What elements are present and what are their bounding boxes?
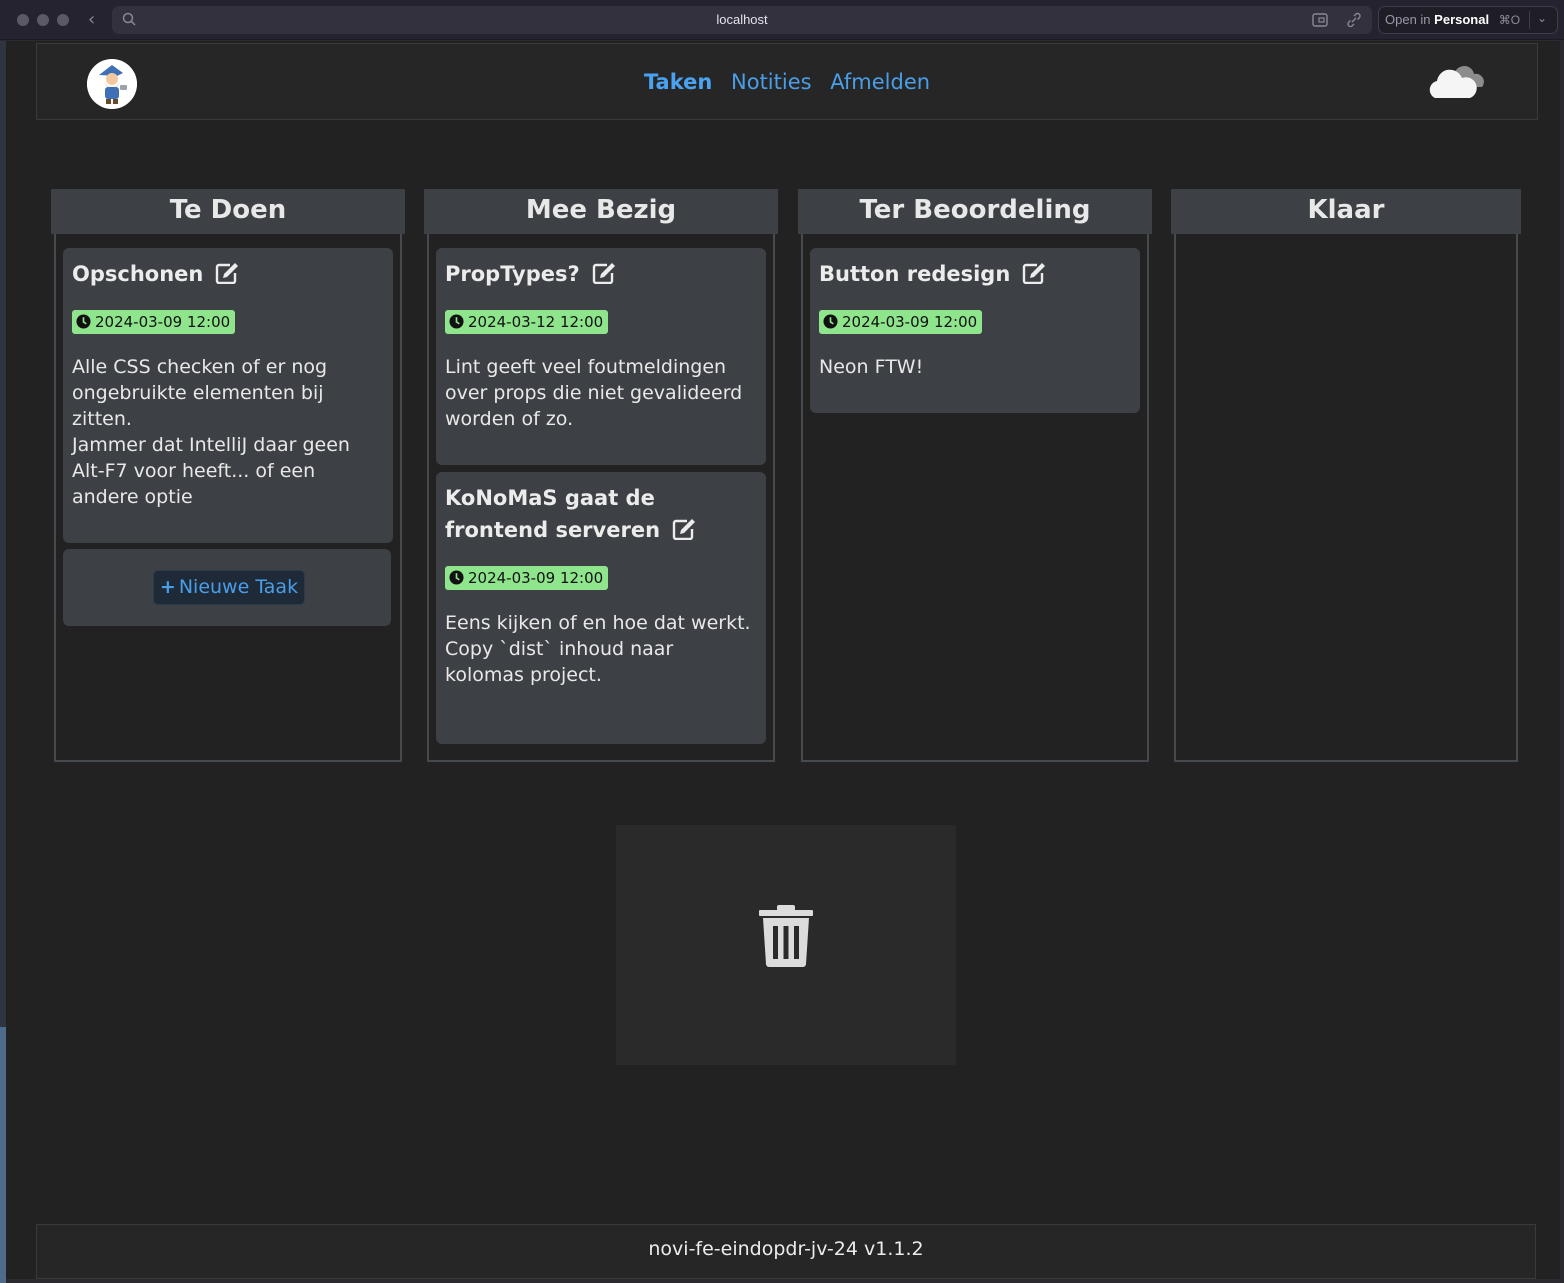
- due-date-text: 2024-03-09 12:00: [95, 313, 231, 331]
- task-card[interactable]: Opschonen 2024-03-09 12:00 Alle CSS chec…: [63, 248, 393, 543]
- task-description: Lint geeft veel foutmeldingen over props…: [445, 356, 743, 430]
- open-in-label: Open in: [1385, 12, 1431, 27]
- column-dropzone[interactable]: [1174, 234, 1518, 762]
- task-title-text: Opschonen: [72, 262, 204, 286]
- task-title: KoNoMaS gaat de frontend serveren: [445, 482, 757, 546]
- open-in-target: Personal: [1434, 12, 1490, 27]
- nav-link-notities[interactable]: Notities: [731, 70, 812, 94]
- column-dropzone[interactable]: Button redesign 2024-03-09 12:00 Neon FT…: [801, 234, 1149, 762]
- app-viewport: Taken Notities Afmelden Te Doen Opschone…: [6, 41, 1560, 1279]
- chevron-down-icon[interactable]: ⌄: [1537, 11, 1547, 25]
- column-dropzone[interactable]: Opschonen 2024-03-09 12:00 Alle CSS chec…: [54, 234, 402, 762]
- due-date-text: 2024-03-09 12:00: [842, 313, 978, 331]
- trash-dropzone[interactable]: [616, 825, 956, 1065]
- app-footer: novi-fe-eindopdr-jv-24 v1.1.2: [36, 1224, 1536, 1279]
- app-header: Taken Notities Afmelden: [36, 43, 1538, 120]
- task-title-text: KoNoMaS gaat de frontend serveren: [445, 486, 661, 542]
- new-task-panel: + Nieuwe Taak: [63, 549, 391, 626]
- task-description: Neon FTW!: [819, 356, 924, 378]
- column-title: Te Doen: [51, 189, 405, 234]
- task-card[interactable]: PropTypes? 2024-03-12 12:00 Lint geeft v…: [436, 248, 766, 465]
- trash-icon: [759, 905, 813, 967]
- task-title-text: Button redesign: [819, 262, 1011, 286]
- new-task-label: Nieuwe Taak: [178, 576, 299, 598]
- main-nav: Taken Notities Afmelden: [37, 70, 1537, 94]
- browser-toolbar: ‹ localhost Open in Personal ⌘O ⌄: [0, 0, 1564, 40]
- version-text: novi-fe-eindopdr-jv-24 v1.1.2: [648, 1238, 924, 1260]
- task-title-text: PropTypes?: [445, 262, 580, 286]
- task-description: Eens kijken of en hoe dat werkt. Copy `d…: [445, 612, 751, 686]
- due-date-badge: 2024-03-09 12:00: [819, 310, 983, 334]
- column-te-doen: Te Doen Opschonen 2024-03-09 12:00 Alle …: [51, 189, 405, 762]
- task-description: Alle CSS checken of er nog ongebruikte e…: [72, 356, 350, 508]
- edit-icon[interactable]: [215, 262, 239, 284]
- edit-icon[interactable]: [672, 518, 696, 540]
- new-task-button[interactable]: + Nieuwe Taak: [153, 570, 305, 605]
- maximize-window-button[interactable]: [57, 14, 69, 26]
- plus-icon: +: [159, 576, 176, 598]
- column-dropzone[interactable]: PropTypes? 2024-03-12 12:00 Lint geeft v…: [427, 234, 775, 762]
- column-klaar: Klaar: [1171, 189, 1521, 762]
- column-ter-beoordeling: Ter Beoordeling Button redesign 2024-03-…: [798, 189, 1152, 762]
- url-text: localhost: [716, 12, 768, 27]
- link-icon[interactable]: [1345, 12, 1363, 28]
- task-title: Opschonen: [72, 258, 384, 290]
- column-title: Mee Bezig: [424, 189, 778, 234]
- cloud-icon: [1429, 65, 1484, 98]
- due-date-text: 2024-03-09 12:00: [468, 569, 604, 587]
- open-in-button[interactable]: Open in Personal ⌘O ⌄: [1378, 6, 1558, 34]
- minimize-window-button[interactable]: [37, 14, 49, 26]
- clock-icon: [449, 570, 464, 585]
- task-title: Button redesign: [819, 258, 1131, 290]
- edit-icon[interactable]: [592, 262, 616, 284]
- due-date-badge: 2024-03-09 12:00: [72, 310, 236, 334]
- task-card[interactable]: KoNoMaS gaat de frontend serveren 2024-0…: [436, 472, 766, 744]
- due-date-text: 2024-03-12 12:00: [468, 313, 604, 331]
- close-window-button[interactable]: [17, 14, 29, 26]
- extension-icon[interactable]: [1312, 12, 1330, 28]
- due-date-badge: 2024-03-09 12:00: [445, 566, 609, 590]
- open-in-shortcut: ⌘O: [1498, 13, 1521, 27]
- nav-link-taken[interactable]: Taken: [644, 70, 712, 94]
- task-card[interactable]: Button redesign 2024-03-09 12:00 Neon FT…: [810, 248, 1140, 413]
- clock-icon: [449, 314, 464, 329]
- column-title: Ter Beoordeling: [798, 189, 1152, 234]
- clock-icon: [76, 314, 91, 329]
- nav-link-afmelden[interactable]: Afmelden: [830, 70, 930, 94]
- back-icon[interactable]: ‹: [88, 9, 95, 30]
- clock-icon: [823, 314, 838, 329]
- edit-icon[interactable]: [1022, 262, 1046, 284]
- task-title: PropTypes?: [445, 258, 757, 290]
- column-mee-bezig: Mee Bezig PropTypes? 2024-03-12 12:00 Li…: [424, 189, 778, 762]
- address-bar[interactable]: localhost: [112, 6, 1372, 34]
- divider: [1529, 11, 1530, 29]
- column-title: Klaar: [1171, 189, 1521, 234]
- due-date-badge: 2024-03-12 12:00: [445, 310, 609, 334]
